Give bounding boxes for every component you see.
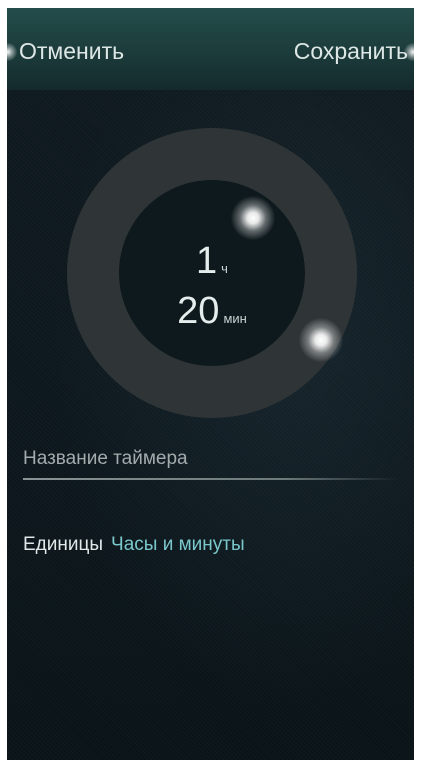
cancel-button[interactable]: Отменить — [19, 38, 124, 65]
save-button[interactable]: Сохранить — [294, 38, 408, 65]
minutes-unit: мин — [223, 311, 247, 326]
back-indicator-icon — [7, 43, 17, 61]
minutes-display: 20 мин — [119, 290, 305, 333]
hours-display: 1ч — [119, 240, 305, 283]
minutes-handle[interactable] — [299, 318, 343, 362]
hours-handle[interactable] — [231, 196, 275, 240]
units-label: Единицы — [23, 534, 104, 555]
minutes-value: 20 — [177, 290, 220, 332]
units-selector[interactable]: Единицы Часы и минуты — [23, 534, 245, 556]
hours-value: 1 — [196, 240, 218, 282]
timer-name-underline — [23, 478, 397, 480]
units-value: Часы и минуты — [111, 534, 245, 555]
page-header: Отменить Сохранить — [7, 8, 414, 90]
timer-name-input[interactable] — [23, 444, 393, 474]
hours-unit: ч — [221, 261, 228, 276]
timer-edit-screen: Отменить Сохранить 1ч 20мин Единицы Часы … — [7, 8, 414, 760]
